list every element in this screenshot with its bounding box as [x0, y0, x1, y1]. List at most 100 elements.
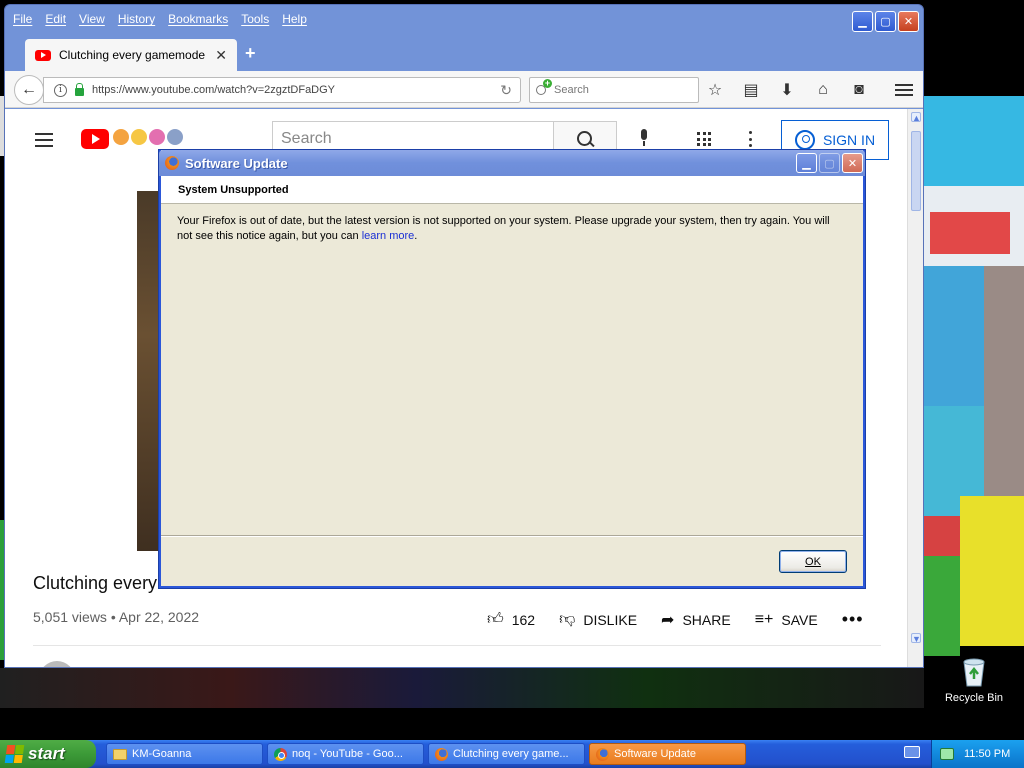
search-bar[interactable]: Search — [529, 77, 699, 103]
menu-help[interactable]: Help — [282, 12, 307, 26]
url-bar[interactable]: i https://www.youtube.com/watch?v=2zgztD… — [43, 77, 521, 103]
search-icon — [577, 131, 593, 147]
firefox-icon — [435, 747, 448, 761]
recycle-bin[interactable]: Recycle Bin — [942, 656, 1006, 704]
minimize-button[interactable]: ▁ — [852, 11, 873, 32]
keyboard-icon[interactable] — [904, 746, 920, 758]
recycle-bin-label: Recycle Bin — [944, 692, 1004, 704]
dialog-title: Software Update — [185, 155, 288, 171]
tab-close-icon[interactable]: ✕ — [215, 47, 227, 64]
task-label: noq - YouTube - Goo... — [292, 748, 403, 760]
info-icon[interactable]: i — [54, 83, 67, 97]
menu-hamburger-icon[interactable] — [895, 80, 913, 100]
dislike-button[interactable]: 👎︎ DISLIKE — [559, 610, 637, 629]
menu-file[interactable]: File — [13, 12, 32, 26]
menu-bar: File Edit View History Bookmarks Tools H… — [5, 5, 923, 35]
start-button[interactable]: start — [0, 740, 96, 768]
youtube-favicon-icon — [35, 49, 51, 61]
menu-view[interactable]: View — [79, 12, 105, 26]
wallpaper-block — [924, 516, 964, 556]
like-button[interactable]: 👍︎ 162 — [487, 610, 535, 629]
yt-search-placeholder: Search — [281, 130, 332, 147]
maximize-button[interactable]: ▢ — [875, 11, 896, 32]
settings-more-icon[interactable] — [749, 131, 753, 147]
thumbs-down-icon: 👎︎ — [559, 611, 576, 628]
youtube-logo[interactable] — [81, 129, 109, 149]
save-button[interactable]: ≡+ SAVE — [755, 611, 818, 629]
share-icon: ➦ — [661, 611, 675, 629]
video-actions: 👍︎ 162 👎︎ DISLIKE ➦ SHARE ≡+ SAVE ••• — [487, 609, 864, 630]
dislike-label: DISLIKE — [583, 611, 638, 628]
close-button[interactable]: ✕ — [898, 11, 919, 32]
dialog-message: Your Firefox is out of date, but the lat… — [177, 214, 837, 244]
back-arrow-icon: ← — [21, 81, 37, 98]
wallpaper-block — [0, 668, 924, 708]
firefox-icon — [596, 747, 609, 761]
reading-list-icon[interactable]: ▤ — [741, 80, 761, 100]
download-icon[interactable]: ⬇ — [777, 80, 797, 100]
youtube-doodle — [113, 129, 183, 145]
user-icon — [794, 130, 815, 150]
microphone-icon[interactable] — [639, 129, 649, 147]
new-tab-button[interactable]: + — [245, 43, 256, 64]
yt-menu-icon[interactable] — [35, 133, 53, 147]
recycle-bin-icon — [959, 656, 989, 688]
vertical-scrollbar[interactable]: ▲ ▼ — [907, 109, 923, 667]
wallpaper-block — [924, 96, 1024, 186]
tab-strip: Clutching every gamemode in... ✕ + — [5, 35, 923, 71]
channel-avatar[interactable] — [39, 661, 75, 667]
save-playlist-icon: ≡+ — [754, 610, 774, 628]
clock[interactable]: 11:50 PM — [964, 748, 1010, 760]
apps-grid-icon[interactable] — [697, 132, 711, 146]
back-button[interactable]: ← — [14, 75, 44, 105]
url-text[interactable]: https://www.youtube.com/watch?v=2zgztDFa… — [92, 84, 492, 96]
more-actions-button[interactable]: ••• — [842, 609, 864, 630]
menu-bookmarks[interactable]: Bookmarks — [168, 12, 228, 26]
dialog-title-bar[interactable]: Software Update ▁ ▢ ✕ — [159, 150, 865, 176]
system-tray: 11:50 PM — [931, 740, 1024, 768]
nav-toolbar: i https://www.youtube.com/watch?v=2zgztD… — [5, 71, 923, 108]
thumbs-up-icon: 👍︎ — [487, 611, 504, 628]
scroll-thumb[interactable] — [911, 131, 921, 211]
wallpaper-block — [960, 496, 1024, 646]
divider — [33, 645, 881, 646]
bookmark-star-icon[interactable]: ☆ — [705, 80, 725, 100]
dialog-message-text: Your Firefox is out of date, but the lat… — [177, 215, 830, 242]
lock-icon — [75, 82, 84, 96]
tab-youtube[interactable]: Clutching every gamemode in... ✕ — [25, 39, 237, 71]
menu-edit[interactable]: Edit — [45, 12, 66, 26]
dialog-separator — [161, 535, 863, 537]
wallpaper-block — [924, 556, 960, 656]
save-label: SAVE — [781, 611, 818, 628]
task-km-goanna[interactable]: KM-Goanna — [106, 743, 263, 765]
dialog-close-button[interactable]: ✕ — [842, 153, 863, 173]
home-icon[interactable]: ⌂ — [813, 80, 833, 100]
reload-icon[interactable]: ↻ — [500, 82, 512, 99]
dialog-message-end: . — [414, 230, 418, 242]
network-icon[interactable] — [940, 748, 954, 760]
task-label: KM-Goanna — [132, 748, 192, 760]
wallpaper-block — [924, 266, 984, 406]
wallpaper-block — [930, 212, 1010, 254]
wallpaper-block — [984, 266, 1024, 496]
task-label: Clutching every game... — [453, 748, 569, 760]
menu-history[interactable]: History — [118, 12, 155, 26]
scroll-down-icon[interactable]: ▼ — [911, 633, 921, 644]
folder-icon — [113, 748, 127, 760]
ok-button[interactable]: OK — [779, 550, 847, 573]
menu-tools[interactable]: Tools — [241, 12, 269, 26]
windows-logo-icon — [4, 745, 26, 763]
task-software-update[interactable]: Software Update — [589, 743, 746, 765]
search-engine-icon[interactable] — [536, 79, 552, 97]
video-meta: 5,051 views • Apr 22, 2022 — [33, 609, 200, 625]
pocket-icon[interactable]: ◙ — [849, 80, 869, 100]
dialog-maximize-button: ▢ — [819, 153, 840, 173]
learn-more-link[interactable]: learn more — [362, 230, 415, 242]
dialog-minimize-button[interactable]: ▁ — [796, 153, 817, 173]
task-firefox-clutching[interactable]: Clutching every game... — [428, 743, 585, 765]
tab-title: Clutching every gamemode in... — [59, 48, 207, 62]
chrome-icon — [274, 747, 287, 761]
task-chrome-youtube[interactable]: noq - YouTube - Goo... — [267, 743, 424, 765]
scroll-up-icon[interactable]: ▲ — [911, 112, 921, 123]
share-button[interactable]: ➦ SHARE — [661, 610, 731, 630]
